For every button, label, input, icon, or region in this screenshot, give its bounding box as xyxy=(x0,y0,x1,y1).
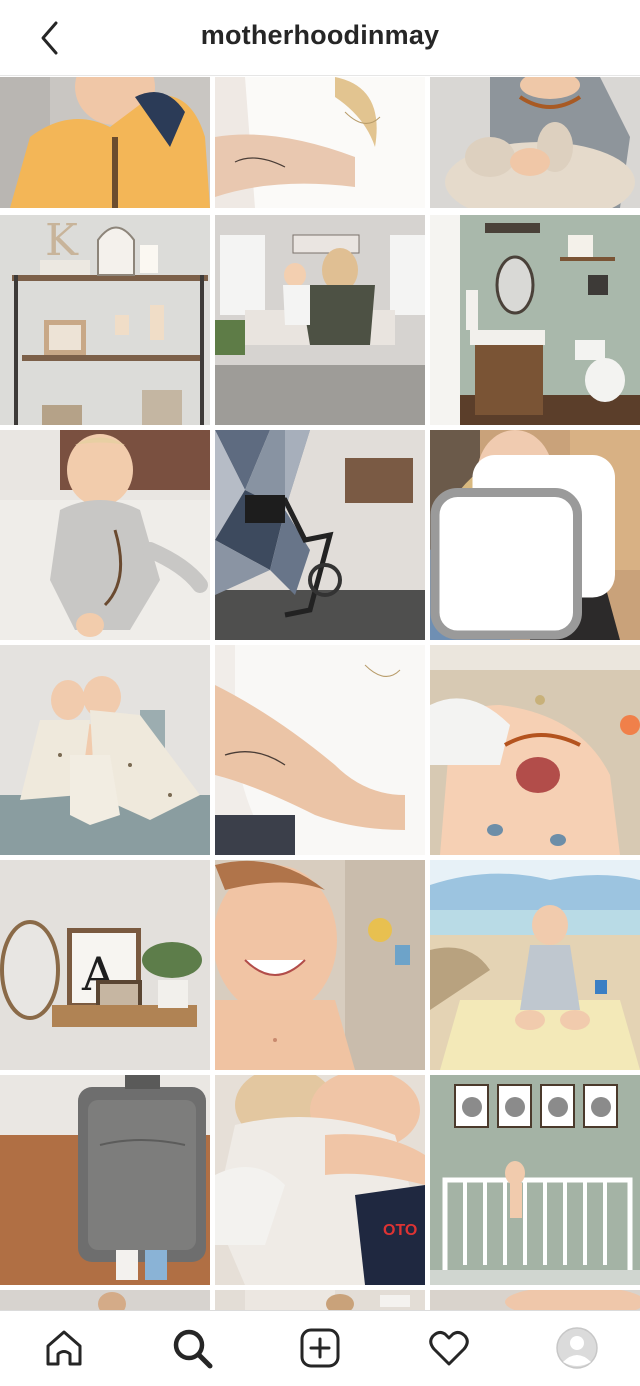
photo-tile[interactable] xyxy=(215,645,425,855)
photo-tile[interactable] xyxy=(430,430,640,640)
top-bar: motherhoodinmay xyxy=(0,0,640,76)
search-tab[interactable] xyxy=(167,1323,217,1373)
photo-tile[interactable]: K xyxy=(0,215,210,425)
profile-tab[interactable] xyxy=(552,1323,602,1373)
plus-square-icon xyxy=(300,1328,340,1368)
photo-tile[interactable] xyxy=(0,1075,210,1285)
photo-tile[interactable] xyxy=(430,215,640,425)
photo-tile[interactable] xyxy=(430,1075,640,1285)
heart-icon xyxy=(429,1330,469,1366)
photo-tile[interactable] xyxy=(0,1290,210,1310)
photo-tile[interactable] xyxy=(215,215,425,425)
avatar-icon xyxy=(556,1327,598,1369)
photo-tile[interactable] xyxy=(215,77,425,208)
multiple-photos-icon xyxy=(430,455,615,640)
photo-tile[interactable] xyxy=(430,1290,640,1310)
photo-tile[interactable] xyxy=(0,645,210,855)
photo-grid: K A OTO xyxy=(0,77,640,1310)
new-post-tab[interactable] xyxy=(295,1323,345,1373)
photo-tile[interactable] xyxy=(430,860,640,1070)
photo-tile[interactable] xyxy=(430,77,640,208)
photo-tile[interactable] xyxy=(0,77,210,208)
home-icon xyxy=(46,1330,82,1366)
search-icon xyxy=(173,1329,213,1369)
photo-tile[interactable] xyxy=(0,430,210,640)
photo-tile[interactable] xyxy=(215,1290,425,1310)
photo-tile[interactable] xyxy=(215,430,425,640)
photo-tile[interactable] xyxy=(215,860,425,1070)
photo-tile[interactable]: A xyxy=(0,860,210,1070)
svg-text:K: K xyxy=(45,215,79,266)
photo-tile[interactable] xyxy=(430,645,640,855)
svg-text:OTO: OTO xyxy=(383,1222,417,1239)
profile-username: motherhoodinmay xyxy=(200,20,440,50)
bottom-tab-bar xyxy=(0,1310,640,1386)
activity-tab[interactable] xyxy=(424,1323,474,1373)
photo-tile[interactable]: OTO xyxy=(215,1075,425,1285)
home-tab[interactable] xyxy=(39,1323,89,1373)
